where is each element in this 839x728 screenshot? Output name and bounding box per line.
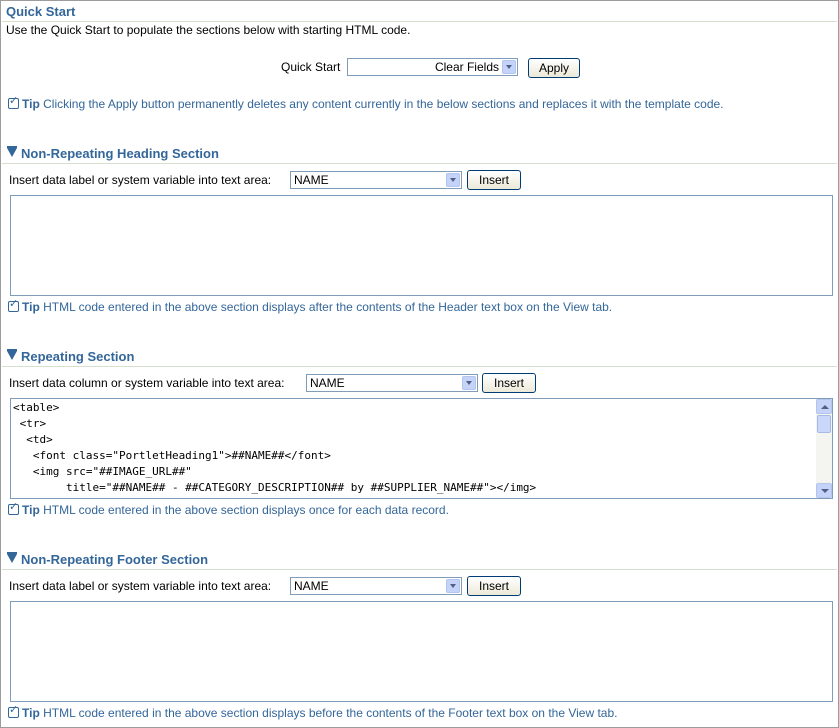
- chevron-down-icon: [446, 173, 460, 187]
- code-content: <table> <tr> <td> <font class="PortletHe…: [13, 400, 814, 498]
- quick-start-select-value: Clear Fields: [434, 60, 499, 74]
- code-line: <font class="PortletHeading1">##NAME##</…: [13, 449, 331, 462]
- footer-insert-label: Insert data label or system variable int…: [9, 579, 272, 593]
- tip-check-icon: [8, 297, 19, 312]
- tip-check-icon: [8, 703, 19, 718]
- repeating-variable-select[interactable]: NAME: [306, 374, 478, 392]
- repeating-insert-button[interactable]: Insert: [482, 373, 536, 393]
- repeating-tip: Tip HTML code entered in the above secti…: [8, 500, 449, 517]
- chevron-down-icon: [446, 579, 460, 593]
- collapse-triangle-icon[interactable]: [7, 349, 17, 360]
- scroll-thumb[interactable]: [817, 415, 831, 433]
- footer-textarea[interactable]: [10, 601, 833, 702]
- apply-button[interactable]: Apply: [528, 58, 580, 78]
- heading-variable-select[interactable]: NAME: [290, 171, 462, 189]
- heading-tip: Tip HTML code entered in the above secti…: [8, 297, 612, 314]
- quick-start-title: Quick Start: [2, 4, 837, 22]
- repeating-insert-label: Insert data column or system variable in…: [9, 376, 285, 390]
- code-line: title="##NAME## - ##CATEGORY_DESCRIPTION…: [13, 481, 537, 494]
- repeating-select-value: NAME: [310, 376, 345, 390]
- footer-select-value: NAME: [294, 579, 329, 593]
- footer-tip: Tip HTML code entered in the above secti…: [8, 703, 617, 720]
- scroll-up-icon[interactable]: [816, 399, 832, 414]
- footer-insert-button[interactable]: Insert: [467, 576, 521, 596]
- code-line: <table>: [13, 401, 60, 414]
- chevron-down-icon: [462, 376, 476, 390]
- scroll-down-icon[interactable]: [816, 483, 832, 498]
- quick-start-label: Quick Start: [281, 60, 341, 74]
- vertical-scrollbar[interactable]: [816, 399, 832, 498]
- heading-section-title[interactable]: Non-Repeating Heading Section: [2, 146, 837, 164]
- heading-insert-label: Insert data label or system variable int…: [9, 173, 272, 187]
- collapse-triangle-icon[interactable]: [7, 146, 17, 157]
- quick-start-select[interactable]: Clear Fields: [347, 58, 518, 76]
- code-line: <tr>: [13, 417, 47, 430]
- repeating-code-textarea[interactable]: <table> <tr> <td> <font class="PortletHe…: [10, 398, 833, 499]
- heading-insert-button[interactable]: Insert: [467, 170, 521, 190]
- quick-start-description: Use the Quick Start to populate the sect…: [6, 23, 411, 37]
- collapse-triangle-icon[interactable]: [7, 552, 17, 563]
- code-line: <td>: [13, 433, 53, 446]
- heading-textarea[interactable]: [10, 195, 833, 296]
- footer-section-title[interactable]: Non-Repeating Footer Section: [2, 552, 837, 570]
- footer-variable-select[interactable]: NAME: [290, 577, 462, 595]
- chevron-down-icon: [502, 60, 516, 74]
- tip-check-icon: [8, 500, 19, 515]
- tip-check-icon: [8, 94, 19, 109]
- heading-select-value: NAME: [294, 173, 329, 187]
- quick-start-tip: Tip Clicking the Apply button permanentl…: [8, 94, 724, 111]
- repeating-section-title[interactable]: Repeating Section: [2, 349, 837, 367]
- code-line: <img src="##IMAGE_URL##": [13, 465, 192, 478]
